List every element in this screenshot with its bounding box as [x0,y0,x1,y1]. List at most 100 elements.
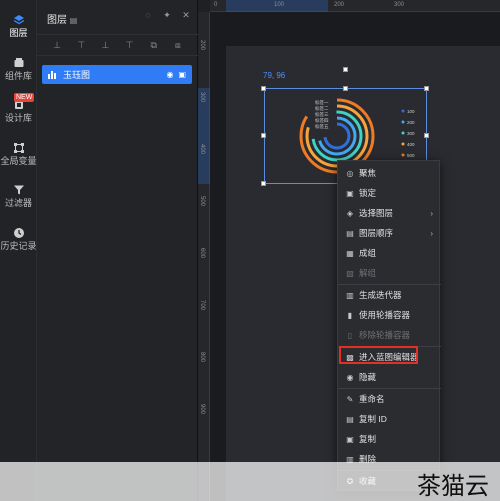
menu-item-label: 复制 [359,434,377,444]
copy-id-icon: ▤ [346,414,354,424]
distribute-vertical-icon[interactable]: ⧈ [173,40,183,50]
toggle-panel-icon[interactable]: ◌ [143,10,153,20]
rotate-handle[interactable] [343,67,348,72]
resize-handle-e[interactable] [424,133,429,138]
scale-dot [401,120,405,124]
group-icon: ▦ [346,248,354,258]
ring-legend-label: 标签四 [315,117,329,124]
chevron-right-icon: › [430,228,433,238]
rail-label-design-library: 设计库 [4,113,32,123]
menu-item-copy-id[interactable]: ▤ 复制 ID [338,409,441,429]
resize-handle-nw[interactable] [261,86,266,91]
bar-chart-icon [48,71,56,79]
rail-item-global-variables[interactable]: 全局变量 [0,142,37,167]
align-toolbar: ⊥ ⊤ ⊥ ⊤ ⧉ ⧈ [37,34,198,56]
menu-item-hide[interactable]: ◉ 隐藏 [338,367,441,387]
menu-item-label: 重命名 [359,394,385,404]
chevron-right-icon: › [430,208,433,218]
menu-item-rename[interactable]: ✎ 重命名 [338,389,441,409]
rail-item-components[interactable]: 组件库 [0,57,37,82]
menu-item-iterator[interactable]: ▥ 生成迭代器 [338,285,441,305]
scale-label: 200 [407,120,415,125]
ruler-tick: 0 [214,2,218,8]
menu-item-remove-carousel: ▯ 移除轮播容器 [338,325,441,345]
menu-item-select-layer[interactable]: ◈ 选择图层 › [338,203,441,223]
remove-carousel-icon: ▯ [347,330,353,340]
ruler-tick: 200 [199,40,205,51]
rail-item-filter[interactable]: 过滤器 [0,184,37,209]
menu-item-label: 选择图层 [359,208,394,218]
menu-item-label: 生成迭代器 [359,290,402,300]
menu-item-carousel[interactable]: ▮ 使用轮播容器 [338,305,441,325]
rail-label-filter: 过滤器 [4,198,32,208]
close-icon[interactable]: ✕ [181,10,191,20]
resize-handle-w[interactable] [261,133,266,138]
layer-order-icon: ▤ [346,228,354,238]
align-top-icon[interactable]: ⊥ [52,40,62,50]
lock-icon[interactable]: ▣ [178,70,186,79]
filter-icon [13,185,24,195]
ruler-tick: 300 [394,2,405,8]
layers-panel-title: 图层 ▤ [47,11,77,26]
layers-panel: 图层 ▤ ◌ ✦ ✕ ⊥ ⊤ ⊥ ⊤ ⧉ ⧈ 玉珏图 ◉ ▣ [37,0,198,501]
ring-legend-label: 标签三 [315,111,329,118]
ruler-vertical-highlight [198,88,210,184]
scale-dot [401,131,405,135]
ruler-tick: 600 [199,248,205,259]
position-readout: 79, 96 [263,71,286,80]
menu-item-group[interactable]: ▦ 成组 [338,243,441,263]
menu-item-layer-order[interactable]: ▤ 图层顺序 › [338,223,441,243]
component-library-icon [14,58,23,67]
layers-panel-tools: ◌ ✦ ✕ [143,10,191,20]
resize-handle-ne[interactable] [424,86,429,91]
layer-item-jade-chart[interactable]: 玉珏图 ◉ ▣ [42,65,192,84]
rail-label-history: 历史记录 [0,241,37,251]
menu-item-label: 复制 ID [359,414,387,424]
layer-item-actions: ◉ ▣ [166,70,186,79]
menu-item-ungroup: ▧ 解组 [338,263,441,283]
rail-label-components: 组件库 [4,71,32,81]
ring-legend-label: 标签一 [315,99,329,106]
rename-icon: ✎ [346,394,354,404]
context-menu: ◎ 聚焦 ▣ 锁定 ◈ 选择图层 › ▤ 图层顺序 › ▦ 成组 ▧ 解组 ▥ 生成迭代器 ▮ 使用… [337,160,441,491]
align-bottom-icon[interactable]: ⊥ [100,40,110,50]
scale-label: 300 [407,131,415,136]
ruler-tick: 300 [199,92,205,103]
carousel-icon: ▮ [347,310,353,320]
rail-label-layers: 图层 [9,28,28,38]
menu-item-label: 使用轮播容器 [359,310,411,320]
scale-label: 500 [407,153,415,158]
history-icon [13,228,24,238]
resize-handle-n[interactable] [343,86,348,91]
ruler-corner [198,0,210,12]
layers-doc-icon: ▤ [69,16,78,25]
menu-item-focus[interactable]: ◎ 聚焦 [338,163,441,183]
ruler-tick: 100 [274,2,285,8]
menu-item-copy[interactable]: ▣ 复制 [338,429,441,449]
align-left-icon[interactable]: ⊤ [125,40,135,50]
menu-item-lock[interactable]: ▣ 锁定 [338,183,441,203]
visibility-eye-icon[interactable]: ◉ [166,70,173,79]
scale-dot [401,109,405,113]
ruler-tick: 400 [199,144,205,155]
copy-icon: ▣ [346,434,354,444]
pin-icon[interactable]: ✦ [162,10,172,20]
left-rail: 图层 组件库 NEW 设计库 全局变量 过滤器 历史记录 [0,0,37,501]
ring-legend-label: 标签二 [315,105,329,112]
highlight-box [339,346,418,364]
resize-handle-sw[interactable] [261,181,266,186]
app-window: 图层 组件库 NEW 设计库 全局变量 过滤器 历史记录 图层 ▤ ◌ ✦ ✕ … [0,0,500,501]
rail-item-layers[interactable]: 图层 [0,14,37,39]
global-variables-icon [13,143,24,153]
rail-label-global-variables: 全局变量 [0,156,37,166]
menu-item-label: 解组 [359,268,377,278]
distribute-icon[interactable]: ⧉ [149,40,159,50]
rail-item-history[interactable]: 历史记录 [0,227,37,252]
rail-item-design-library[interactable]: NEW 设计库 [0,93,37,124]
scale-label: 100 [407,109,415,114]
layers-title-text: 图层 [47,15,67,26]
align-middle-icon[interactable]: ⊤ [76,40,86,50]
eye-icon: ◉ [346,372,354,382]
new-badge: NEW [14,93,35,102]
menu-item-label: 移除轮播容器 [359,330,411,340]
